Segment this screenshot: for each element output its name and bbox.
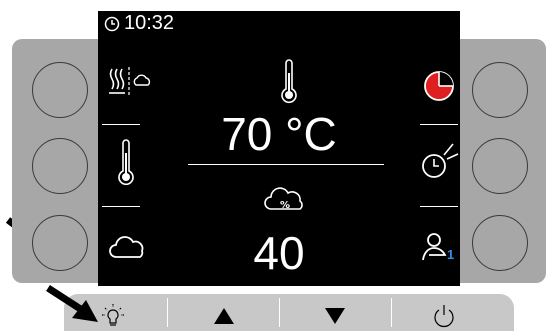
right-button-1[interactable] bbox=[472, 62, 528, 118]
left-separator-2 bbox=[102, 206, 140, 207]
arrow-down-icon bbox=[325, 308, 345, 324]
humidity-cloud-icon: % bbox=[264, 187, 303, 211]
bottom-button-bar bbox=[64, 294, 514, 331]
timer-hand-icon[interactable] bbox=[420, 141, 460, 181]
profile-badge: 1 bbox=[447, 247, 455, 262]
power-icon bbox=[434, 305, 454, 328]
left-button-3[interactable] bbox=[32, 215, 88, 271]
up-button[interactable] bbox=[168, 294, 279, 331]
center-separator bbox=[188, 164, 384, 165]
right-separator-1 bbox=[420, 124, 458, 125]
arrow-up-icon bbox=[214, 308, 234, 324]
status-bar: 10:32 bbox=[98, 11, 460, 35]
svg-text:%: % bbox=[280, 200, 290, 211]
down-button[interactable] bbox=[280, 294, 391, 331]
clock-icon bbox=[104, 16, 120, 32]
display-screen: 10:32 70 °C % 40 1 bbox=[98, 11, 460, 286]
timer-red-icon[interactable] bbox=[422, 69, 456, 103]
power-button[interactable] bbox=[392, 294, 514, 331]
right-button-2[interactable] bbox=[472, 138, 528, 194]
humidity-value: 40 bbox=[253, 227, 305, 279]
temperature-value: 70 °C bbox=[221, 108, 337, 160]
steam-icon[interactable] bbox=[106, 65, 158, 99]
left-button-1[interactable] bbox=[32, 62, 88, 118]
right-separator-2 bbox=[420, 206, 458, 207]
center-thermometer-icon bbox=[281, 59, 297, 104]
light-bulb-icon bbox=[102, 304, 124, 326]
right-button-3[interactable] bbox=[472, 215, 528, 271]
clock-time: 10:32 bbox=[124, 12, 175, 34]
user-profile-icon[interactable] bbox=[421, 231, 449, 263]
left-button-2[interactable] bbox=[32, 138, 88, 194]
pointer-arrow-icon bbox=[46, 285, 98, 322]
